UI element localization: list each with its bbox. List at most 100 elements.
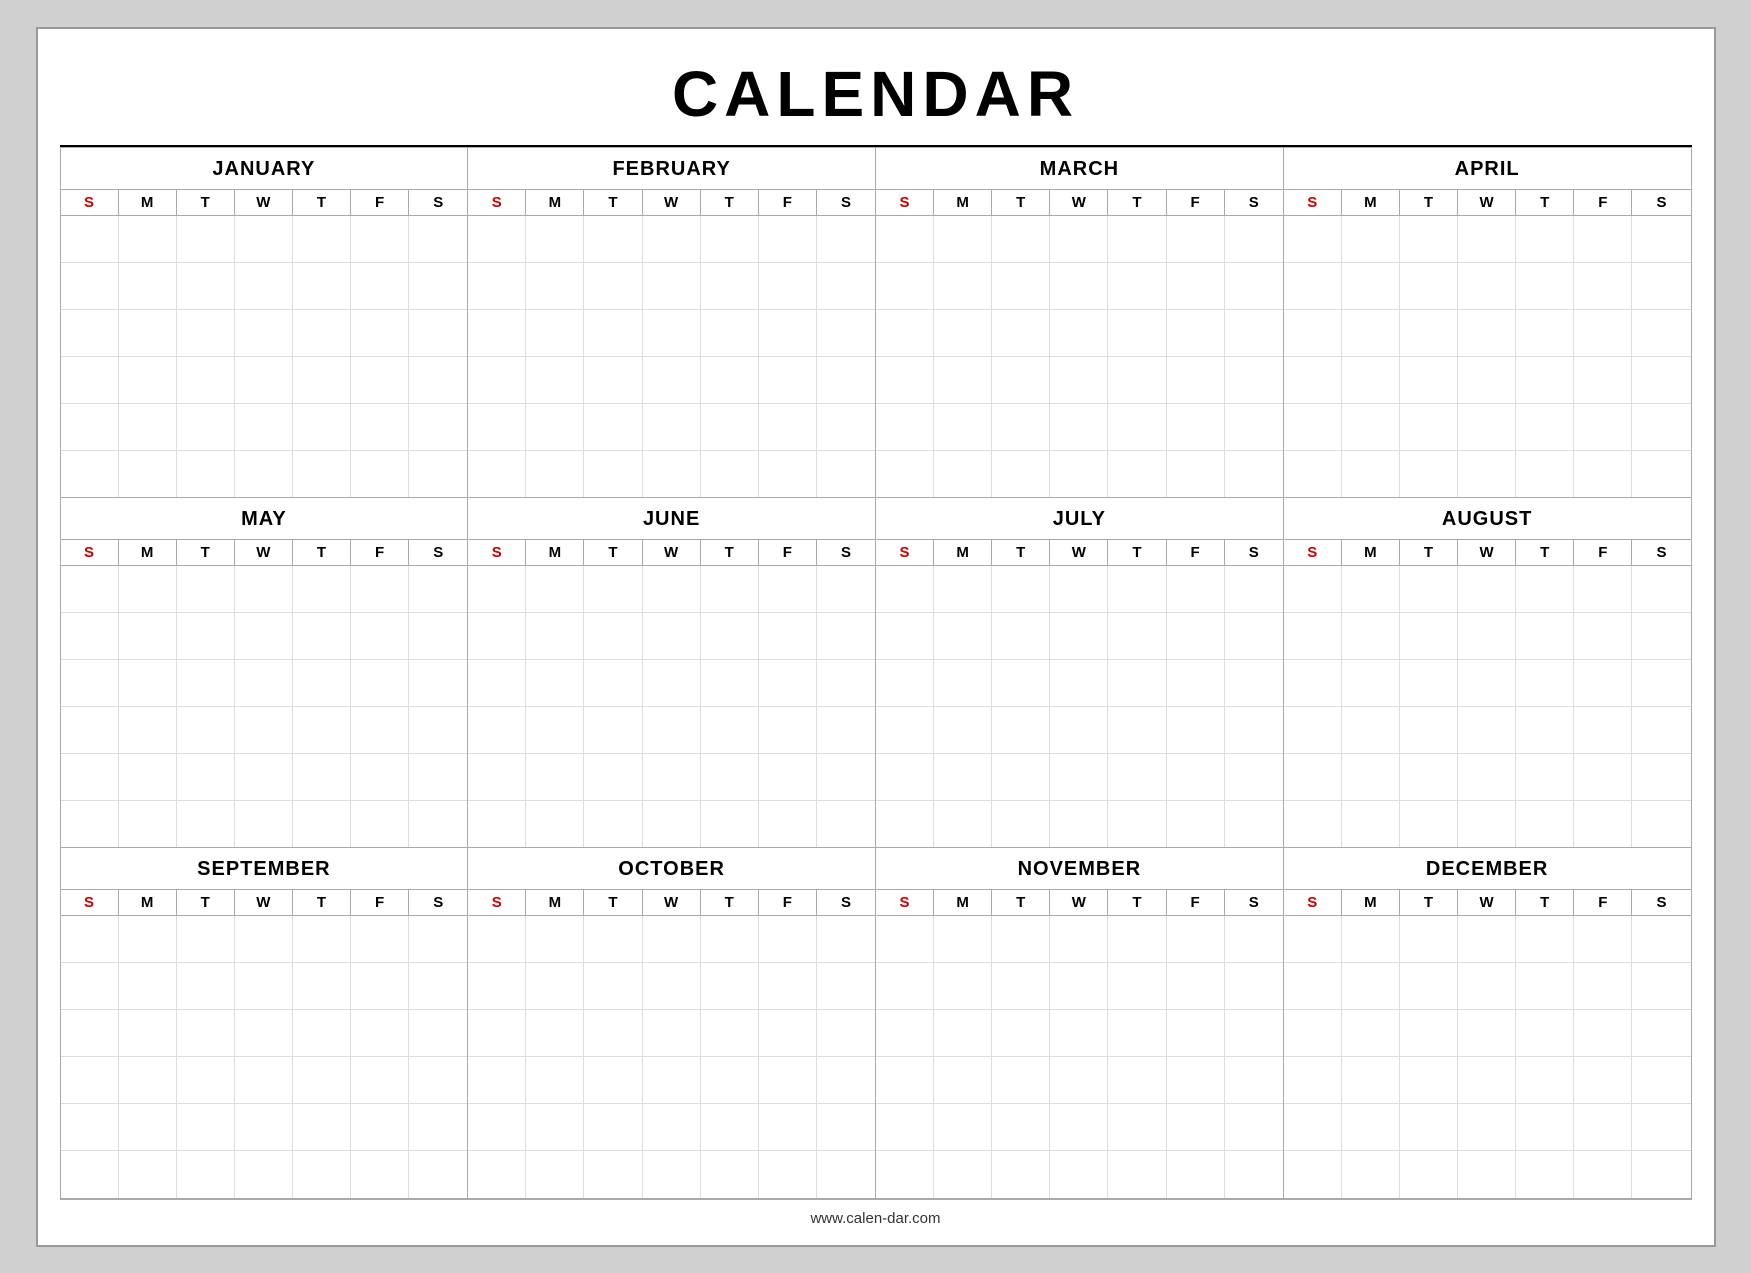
day-header-s-0: S [876,190,934,215]
day-cell [643,613,701,659]
week-row [1284,215,1691,262]
day-cell [701,916,759,962]
day-cell [1400,1151,1458,1197]
day-cell [1574,916,1632,962]
day-cell [1050,566,1108,612]
day-cell [1108,660,1166,706]
day-cell [1167,404,1225,450]
day-cell [1400,404,1458,450]
day-cell [876,1104,934,1150]
day-cell [643,263,701,309]
week-row [61,962,468,1009]
day-cell [1108,1057,1166,1103]
day-cell [1400,357,1458,403]
day-cell [992,801,1050,847]
day-header-t-4: T [1108,540,1166,565]
day-cell [1050,216,1108,262]
week-row [876,659,1283,706]
day-cell [1050,754,1108,800]
week-row [61,1150,468,1197]
day-cell [1458,1104,1516,1150]
day-cell [409,707,467,753]
day-cell [61,613,119,659]
week-row [468,1150,875,1197]
day-cell [1167,707,1225,753]
week-row [61,356,468,403]
day-cell [1400,1010,1458,1056]
day-cell [1458,963,1516,1009]
day-cell [1516,916,1574,962]
day-cell [759,1151,817,1197]
day-cell [1342,1057,1400,1103]
day-header-t-2: T [1400,540,1458,565]
day-cell [584,1151,642,1197]
day-cell [1050,707,1108,753]
day-header-s-6: S [1632,890,1690,915]
day-cell [701,310,759,356]
day-cell [817,451,875,497]
day-cell [817,754,875,800]
day-cell [817,963,875,1009]
day-cell [177,754,235,800]
day-cell [468,660,526,706]
day-cell [584,801,642,847]
calendar-page: CALENDAR JANUARYSMTWTFSFEBRUARYSMTWTFSMA… [36,27,1716,1247]
day-cell [1108,357,1166,403]
day-cell [468,707,526,753]
day-cell [526,963,584,1009]
day-header-t-2: T [584,890,642,915]
day-cell [1574,613,1632,659]
day-cell [351,404,409,450]
day-cell [817,916,875,962]
day-cell [1342,754,1400,800]
day-header-t-4: T [1516,190,1574,215]
day-cell [1574,263,1632,309]
week-row [876,403,1283,450]
day-cell [701,963,759,1009]
day-cell [643,1010,701,1056]
day-cell [468,1104,526,1150]
day-cell [759,754,817,800]
day-header-s-0: S [876,890,934,915]
month-block-april: APRILSMTWTFS [1284,148,1692,498]
day-cell [817,357,875,403]
month-name: JULY [876,498,1283,539]
week-row [876,262,1283,309]
day-header-w-3: W [643,190,701,215]
day-cell [293,707,351,753]
day-cell [876,660,934,706]
week-row [1284,1009,1691,1056]
day-cell [1225,801,1283,847]
day-cell [526,707,584,753]
day-header-t-2: T [584,190,642,215]
day-header-w-3: W [643,890,701,915]
day-cell [1400,216,1458,262]
day-header-m-1: M [934,890,992,915]
day-cell [584,1104,642,1150]
month-block-december: DECEMBERSMTWTFS [1284,848,1692,1198]
day-cell [177,216,235,262]
day-cell [1458,310,1516,356]
day-cell [1284,660,1342,706]
day-header-s-0: S [468,540,526,565]
day-cell [177,1104,235,1150]
day-cell [119,263,177,309]
day-cell [817,707,875,753]
day-cell [1632,660,1690,706]
day-cell [1050,263,1108,309]
day-cell [1574,451,1632,497]
day-header-s-6: S [409,890,467,915]
day-header-t-2: T [177,190,235,215]
day-cell [584,1010,642,1056]
day-cell [1458,451,1516,497]
day-cell [235,916,293,962]
week-row [468,450,875,497]
weeks-area [61,215,468,497]
day-cell [1167,660,1225,706]
day-cell [177,310,235,356]
day-cell [876,916,934,962]
week-row [468,309,875,356]
day-cell [119,1104,177,1150]
month-block-may: MAYSMTWTFS [61,498,469,848]
day-cell [1342,613,1400,659]
